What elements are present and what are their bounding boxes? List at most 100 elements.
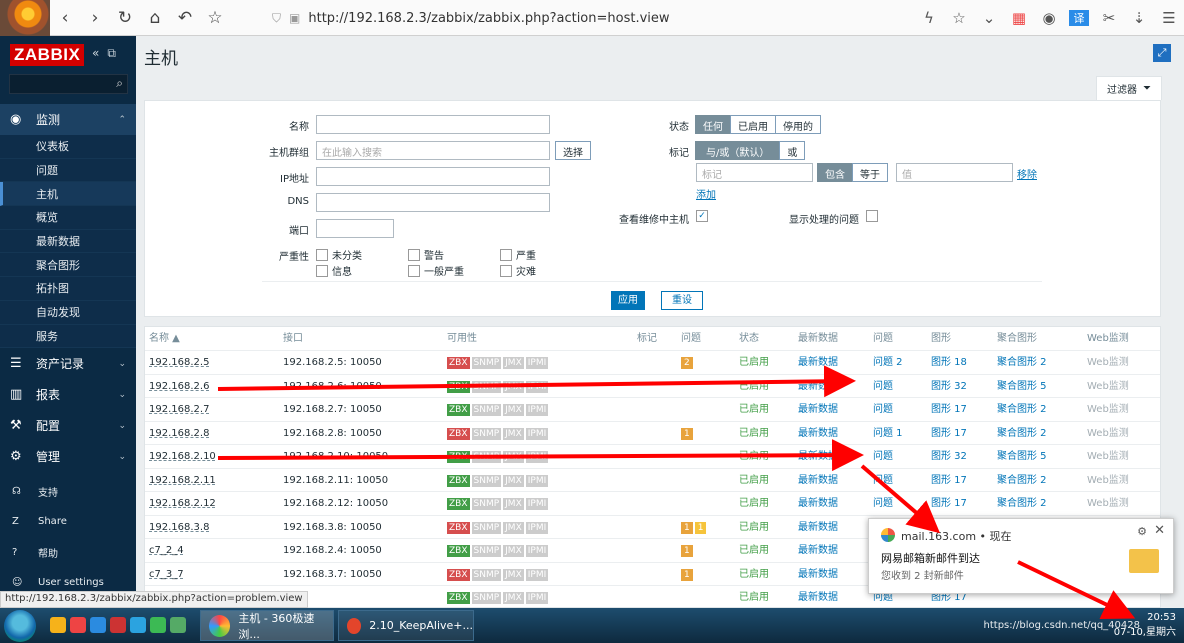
- severity-average[interactable]: 一般严重: [408, 263, 464, 278]
- host-status[interactable]: 已启用: [739, 563, 769, 586]
- notification-close-icon[interactable]: ✕: [1154, 523, 1165, 538]
- submenu-hosts[interactable]: 主机: [0, 182, 136, 207]
- zbx-availability-badge[interactable]: ZBX: [447, 545, 470, 557]
- host-status[interactable]: 已启用: [739, 539, 769, 562]
- col-name-sort[interactable]: 名称 ▲: [149, 327, 180, 350]
- collapse-sidebar-icon[interactable]: «: [92, 46, 99, 61]
- problem-severity-badge[interactable]: 1: [694, 521, 707, 534]
- url-text[interactable]: http://192.168.2.3/zabbix/zabbix.php?act…: [308, 11, 669, 26]
- host-name-link[interactable]: 192.168.2.10: [149, 445, 216, 468]
- screens-link[interactable]: 聚合图形 2: [997, 351, 1047, 374]
- taskbar-app-icon[interactable]: [170, 617, 186, 633]
- latest-data-link[interactable]: 最新数据: [798, 422, 838, 445]
- taskbar-app-icon[interactable]: [90, 617, 106, 633]
- problem-severity-badge[interactable]: 1: [681, 521, 693, 534]
- wechat-icon[interactable]: [150, 617, 166, 633]
- taskbar-app-icon[interactable]: [130, 617, 146, 633]
- reset-button[interactable]: 重设: [661, 291, 703, 310]
- screens-link[interactable]: 聚合图形 2: [997, 469, 1047, 492]
- globe-icon[interactable]: ◉: [1034, 9, 1064, 27]
- zabbix-logo[interactable]: ZABBIX: [10, 44, 85, 66]
- web-monitoring-link[interactable]: Web监测: [1087, 351, 1129, 374]
- col-status-sort[interactable]: 状态: [739, 327, 759, 350]
- apps-grid-icon[interactable]: ▦: [1004, 9, 1034, 27]
- host-name-link[interactable]: c7_2_4: [149, 539, 184, 562]
- problems-link[interactable]: 问题 2: [873, 351, 903, 374]
- submenu-maps[interactable]: 拓扑图: [0, 277, 136, 301]
- graphs-link[interactable]: 图形 18: [931, 351, 967, 374]
- menu-icon[interactable]: ☰: [1154, 9, 1184, 27]
- zbx-availability-badge[interactable]: ZBX: [447, 474, 470, 487]
- menu-monitoring[interactable]: ◉ 监测 ⌃: [0, 104, 136, 135]
- apply-button[interactable]: 应用: [611, 291, 645, 310]
- web-monitoring-link[interactable]: Web监测: [1087, 469, 1129, 492]
- severity-information[interactable]: 信息: [316, 263, 352, 278]
- menu-administration[interactable]: ⚙ 管理 ⌄: [0, 441, 136, 472]
- reload-icon[interactable]: ↻: [110, 8, 140, 28]
- submenu-dashboard[interactable]: 仪表板: [0, 135, 136, 159]
- taskbar-window-doc[interactable]: 2.10_KeepAlive+...: [338, 610, 474, 641]
- graphs-link[interactable]: 图形 17: [931, 422, 967, 445]
- tag-name-input[interactable]: 标记: [696, 163, 813, 182]
- host-name-link[interactable]: 192.168.2.6: [149, 375, 209, 398]
- submenu-discovery[interactable]: 自动发现: [0, 300, 136, 325]
- host-status[interactable]: 已启用: [739, 586, 769, 607]
- submenu-latest-data[interactable]: 最新数据: [0, 229, 136, 254]
- latest-data-link[interactable]: 最新数据: [798, 469, 838, 492]
- taskbar-app-icon[interactable]: [70, 617, 86, 633]
- dropdown-icon[interactable]: ⌄: [974, 9, 1004, 27]
- host-status[interactable]: 已启用: [739, 445, 769, 468]
- screens-link[interactable]: 聚合图形 5: [997, 375, 1047, 398]
- address-bar[interactable]: ⛉ ▣ http://192.168.2.3/zabbix/zabbix.php…: [272, 6, 972, 30]
- graphs-link[interactable]: 图形 32: [931, 375, 967, 398]
- latest-data-link[interactable]: 最新数据: [798, 492, 838, 515]
- host-status[interactable]: 已启用: [739, 375, 769, 398]
- latest-data-link[interactable]: 最新数据: [798, 351, 838, 374]
- menu-configuration[interactable]: ⚒ 配置 ⌄: [0, 410, 136, 441]
- severity-high[interactable]: 严重: [500, 247, 536, 262]
- graphs-link[interactable]: 图形 17: [931, 398, 967, 421]
- problems-link[interactable]: 问题 1: [873, 422, 903, 445]
- notification-settings-icon[interactable]: ⚙: [1137, 525, 1147, 538]
- status-disabled[interactable]: 停用的: [775, 115, 821, 134]
- taskbar-app-icon[interactable]: [110, 617, 126, 633]
- screens-link[interactable]: 聚合图形 5: [997, 445, 1047, 468]
- zbx-availability-badge[interactable]: ZBX: [447, 380, 470, 393]
- download-icon[interactable]: ⇣: [1124, 9, 1154, 27]
- tag-mode-and-or[interactable]: 与/或（默认）: [695, 141, 781, 160]
- problem-severity-badge[interactable]: 1: [681, 545, 693, 557]
- sidebar-search-input[interactable]: ⌕: [9, 74, 128, 94]
- zbx-availability-badge[interactable]: ZBX: [447, 592, 470, 604]
- taskbar-window-browser[interactable]: 主机 - 360极速浏...: [200, 610, 334, 641]
- problems-link[interactable]: 问题: [873, 492, 893, 515]
- home-icon[interactable]: ⌂: [140, 8, 170, 28]
- host-name-link[interactable]: 192.168.2.11: [149, 469, 216, 492]
- zbx-availability-badge[interactable]: ZBX: [447, 521, 470, 534]
- status-any[interactable]: 任何: [695, 115, 731, 134]
- screens-link[interactable]: 聚合图形 2: [997, 492, 1047, 515]
- host-name-link[interactable]: 192.168.3.8: [149, 516, 209, 539]
- web-monitoring-link[interactable]: Web监测: [1087, 492, 1129, 515]
- hostgroup-input[interactable]: 在此输入搜索: [316, 141, 550, 160]
- tag-value-input[interactable]: 值: [896, 163, 1013, 182]
- graphs-link[interactable]: 图形 17: [931, 469, 967, 492]
- checkbox[interactable]: [500, 264, 512, 277]
- tag-mode-or[interactable]: 或: [779, 141, 806, 160]
- zbx-availability-badge[interactable]: ZBX: [447, 404, 470, 416]
- latest-data-link[interactable]: 最新数据: [798, 375, 838, 398]
- maintenance-checkbox[interactable]: ✓: [696, 210, 708, 222]
- problem-severity-badge[interactable]: 1: [681, 427, 693, 440]
- submenu-services[interactable]: 服务: [0, 324, 136, 349]
- graphs-link[interactable]: 图形 32: [931, 445, 967, 468]
- tag-op-equals[interactable]: 等于: [852, 163, 888, 182]
- zbx-availability-badge[interactable]: ZBX: [447, 451, 470, 463]
- checkbox[interactable]: [408, 248, 420, 261]
- host-status[interactable]: 已启用: [739, 492, 769, 515]
- dns-input[interactable]: [316, 193, 550, 212]
- submenu-problems[interactable]: 问题: [0, 158, 136, 183]
- name-input[interactable]: [316, 115, 550, 134]
- latest-data-link[interactable]: 最新数据: [798, 516, 838, 539]
- web-monitoring-link[interactable]: Web监测: [1087, 445, 1129, 468]
- latest-data-link[interactable]: 最新数据: [798, 563, 838, 586]
- submenu-screens[interactable]: 聚合图形: [0, 253, 136, 278]
